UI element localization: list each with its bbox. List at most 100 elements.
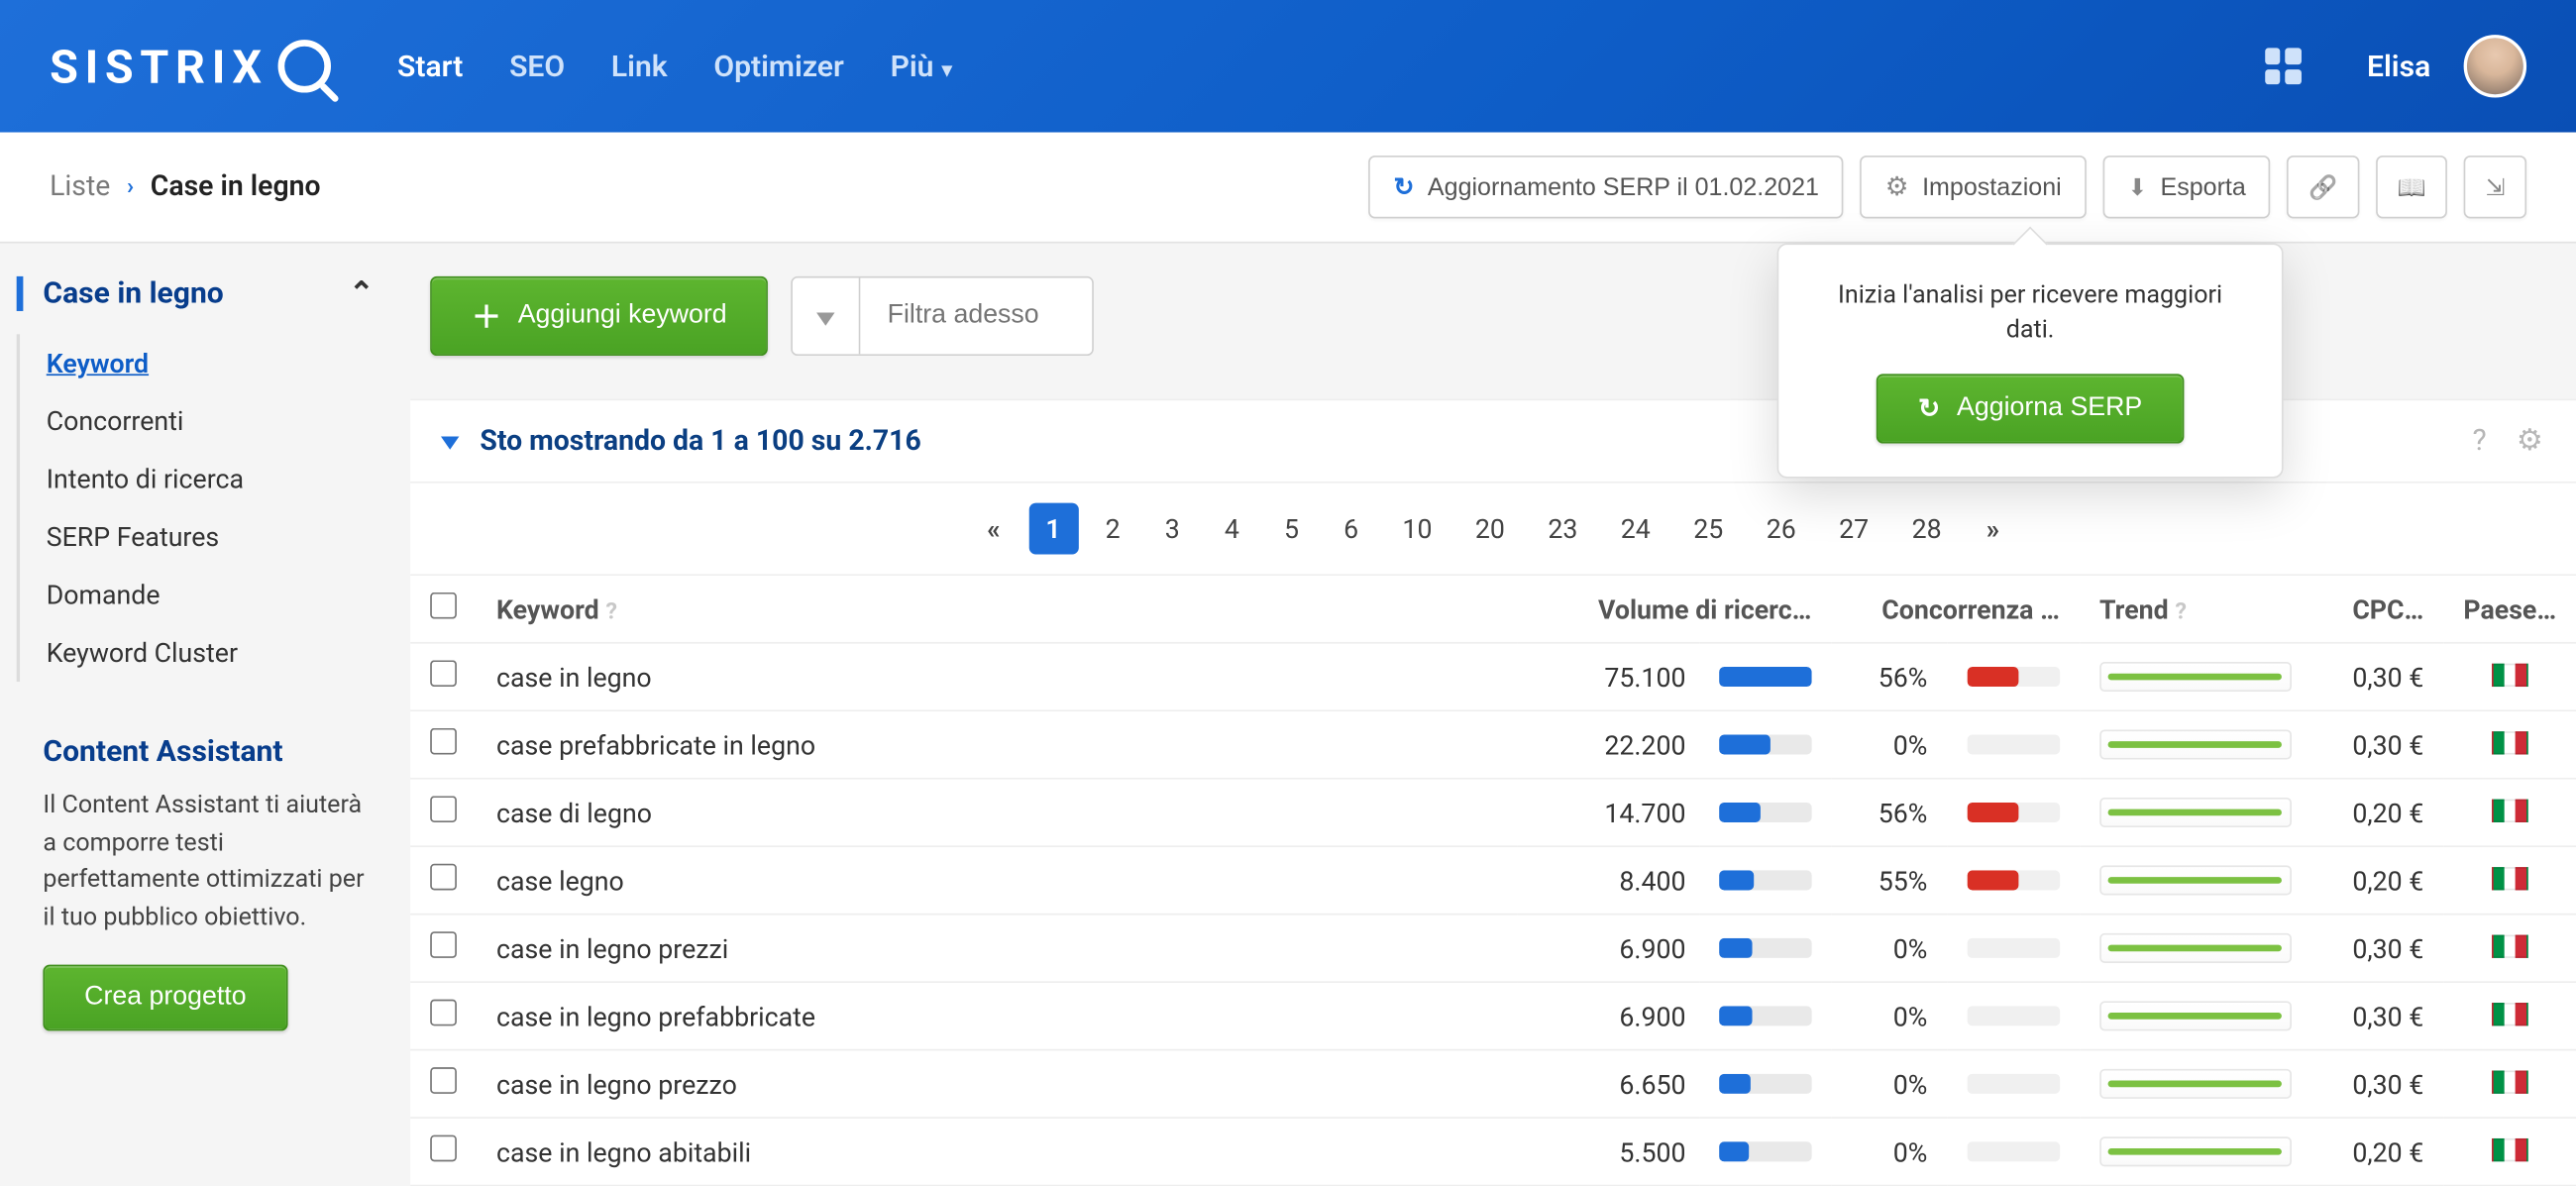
pager-page-6[interactable]: 6 [1327, 503, 1376, 555]
filter-icon[interactable] [793, 278, 861, 355]
col-country[interactable]: Paese… [2443, 576, 2576, 643]
pager-page-5[interactable]: 5 [1266, 503, 1316, 555]
cell-country [2443, 982, 2576, 1049]
export-button[interactable]: Esporta [2102, 156, 2270, 218]
cell-country [2443, 643, 2576, 710]
sidebar-item-label: Keyword [47, 348, 149, 379]
gear-icon[interactable]: ⚙ [2517, 424, 2543, 459]
cell-cpc: 0,30 € [2311, 915, 2444, 982]
row-checkbox[interactable] [430, 931, 457, 958]
nav-item-start[interactable]: Start [397, 49, 463, 83]
cell-cpc: 0,30 € [2311, 710, 2444, 778]
filter-input[interactable] [861, 278, 1093, 355]
nav-item-più[interactable]: Più ▾ [891, 49, 952, 83]
sidebar-title-text: Case in legno [43, 276, 223, 311]
brand-logo[interactable]: SISTRIX [50, 39, 331, 93]
col-trend[interactable]: Trend? [2080, 576, 2311, 643]
cell-keyword[interactable]: case legno [477, 846, 1517, 914]
flag-it-icon [2492, 1002, 2528, 1024]
pager-page-4[interactable]: 4 [1207, 503, 1256, 555]
select-all-checkbox[interactable] [430, 593, 457, 619]
pager-page-27[interactable]: 27 [1822, 503, 1884, 555]
flag-it-icon [2492, 1070, 2528, 1093]
pager-page-10[interactable]: 10 [1386, 503, 1449, 555]
help-icon[interactable]: ? [2473, 424, 2487, 459]
pager-page-28[interactable]: 28 [1895, 503, 1958, 555]
row-checkbox[interactable] [430, 1000, 457, 1026]
popover-refresh-button[interactable]: ↻ Aggiorna SERP [1877, 374, 2184, 443]
cell-keyword[interactable]: case in legno prefabbricate [477, 982, 1517, 1049]
pager-page-3[interactable]: 3 [1147, 503, 1197, 555]
cell-keyword[interactable]: case in legno prezzi [477, 915, 1517, 982]
table-row: case in legno prefabbricate6.9000%0,30 € [410, 982, 2576, 1049]
pager-page-2[interactable]: 2 [1088, 503, 1137, 555]
flag-it-icon [2492, 934, 2528, 957]
cell-cpc: 0,20 € [2311, 779, 2444, 846]
col-cpc[interactable]: CPC… [2311, 576, 2444, 643]
row-checkbox[interactable] [430, 864, 457, 891]
funnel-icon[interactable] [444, 425, 457, 457]
apps-icon[interactable] [2264, 48, 2301, 84]
share-button[interactable] [2288, 156, 2360, 218]
add-keyword-button[interactable]: ＋ Aggiungi keyword [430, 276, 768, 356]
chevron-down-icon: ▾ [937, 57, 952, 80]
col-keyword[interactable]: Keyword? [477, 576, 1517, 643]
cell-trend [2080, 846, 2311, 914]
cell-keyword[interactable]: case prefabbricate in legno [477, 710, 1517, 778]
sidebar-item-label: SERP Features [47, 521, 219, 553]
pager-last[interactable]: » [1968, 503, 2017, 555]
sidebar-item-domande[interactable]: Domande [43, 566, 374, 623]
cell-volume-bar [1699, 710, 1832, 778]
sidebar-item-serp-features[interactable]: SERP Features [43, 508, 374, 566]
nav-item-seo[interactable]: SEO [509, 49, 565, 83]
nav-item-optimizer[interactable]: Optimizer [713, 49, 843, 83]
sidebar-item-label: Intento di ricerca [47, 464, 244, 495]
settings-button[interactable]: Impostazioni [1861, 156, 2087, 218]
breadcrumb-root[interactable]: Liste [50, 170, 110, 203]
avatar[interactable] [2464, 35, 2526, 97]
cell-keyword[interactable]: case di legno [477, 779, 1517, 846]
pager-page-26[interactable]: 26 [1750, 503, 1812, 555]
shortcut-icon [2486, 173, 2506, 201]
cell-volume: 14.700 [1517, 779, 1699, 846]
row-checkbox[interactable] [430, 1067, 457, 1094]
cell-country [2443, 846, 2576, 914]
refresh-serp-label: Aggiornamento SERP il 01.02.2021 [1428, 173, 1819, 201]
plus-icon: ＋ [472, 294, 501, 337]
row-checkbox[interactable] [430, 728, 457, 755]
col-volume[interactable]: Volume di ricerc… [1517, 576, 1831, 643]
cell-keyword[interactable]: case in legno [477, 643, 1517, 710]
cell-volume: 6.650 [1517, 1050, 1699, 1118]
user-name[interactable]: Elisa [2367, 49, 2430, 83]
sidebar-item-keyword[interactable]: Keyword [43, 334, 374, 391]
nav-item-link[interactable]: Link [611, 49, 668, 83]
row-checkbox[interactable] [430, 660, 457, 687]
pager-page-23[interactable]: 23 [1532, 503, 1594, 555]
pager-page-1[interactable]: 1 [1028, 503, 1078, 555]
sidebar-item-concorrenti[interactable]: Concorrenti [43, 392, 374, 450]
sidebar-item-intento-di-ricerca[interactable]: Intento di ricerca [43, 450, 374, 507]
table-row: case in legno abitabili5.5000%0,20 € [410, 1118, 2576, 1185]
cell-competition: 56% [1831, 643, 1947, 710]
pager-page-20[interactable]: 20 [1458, 503, 1521, 555]
col-competition[interactable]: Concorrenza … [1831, 576, 2080, 643]
pager-page-24[interactable]: 24 [1604, 503, 1666, 555]
cell-keyword[interactable]: case in legno abitabili [477, 1118, 1517, 1185]
docs-button[interactable] [2376, 156, 2448, 218]
cell-keyword[interactable]: case in legno prezzo [477, 1050, 1517, 1118]
row-checkbox[interactable] [430, 796, 457, 822]
help-icon[interactable]: ? [605, 598, 617, 625]
refresh-serp-button[interactable]: ↻ Aggiornamento SERP il 01.02.2021 [1369, 156, 1845, 218]
sidebar-title[interactable]: Case in legno ⌃ [17, 276, 375, 311]
help-icon[interactable]: ? [2175, 598, 2187, 625]
sidebar-item-keyword-cluster[interactable]: Keyword Cluster [43, 624, 374, 682]
sidebar-item-label: Concorrenti [47, 405, 184, 437]
cell-competition: 0% [1831, 710, 1947, 778]
create-project-button[interactable]: Crea progetto [43, 965, 287, 1031]
cell-trend [2080, 710, 2311, 778]
pager-page-25[interactable]: 25 [1677, 503, 1740, 555]
chevron-right-icon: › [127, 173, 134, 200]
pager-first[interactable]: « [969, 503, 1019, 555]
shortcut-button[interactable] [2464, 156, 2526, 218]
gear-icon [1885, 170, 1909, 203]
